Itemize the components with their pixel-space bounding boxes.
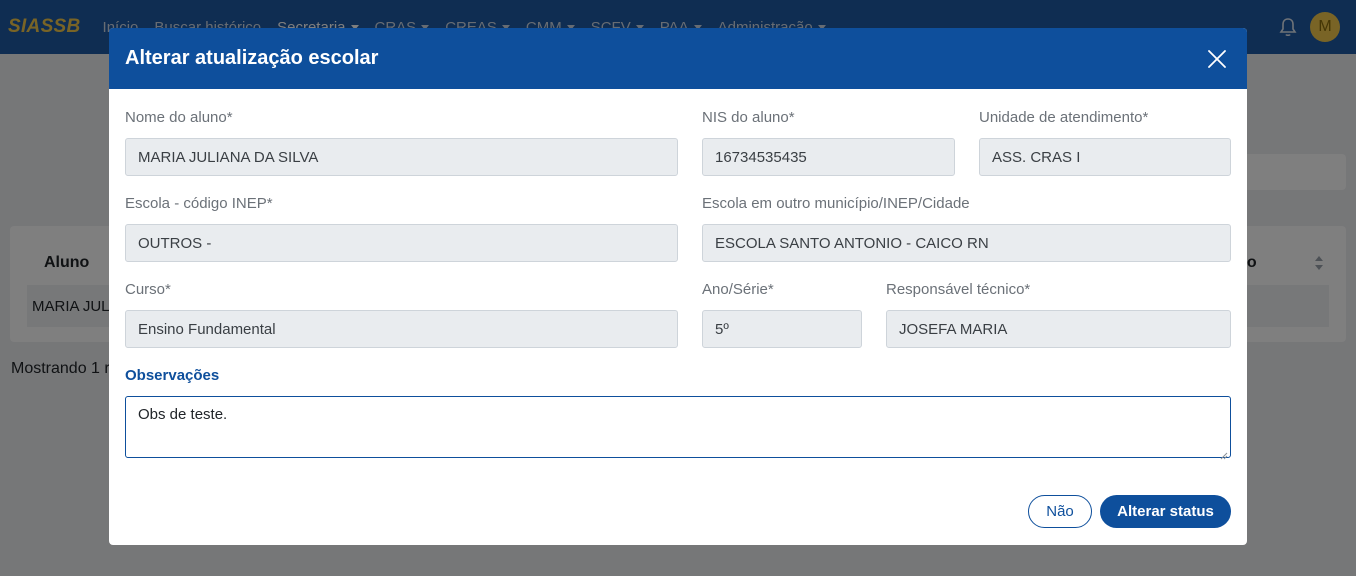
service-unit-label: Unidade de atendimento*: [979, 109, 1149, 126]
close-icon[interactable]: [1203, 45, 1231, 73]
school-inep-label: Escola - código INEP*: [125, 195, 273, 212]
student-nis-field[interactable]: 16734535435: [702, 138, 955, 176]
observations-text: Obs de teste.: [138, 406, 228, 423]
edit-school-update-modal: Alterar atualização escolar Nome do alun…: [109, 28, 1247, 545]
student-name-field[interactable]: MARIA JULIANA DA SILVA: [125, 138, 678, 176]
grade-field[interactable]: 5º: [702, 310, 862, 348]
course-field[interactable]: Ensino Fundamental: [125, 310, 678, 348]
modal-header: Alterar atualização escolar: [109, 28, 1247, 89]
school-inep-field[interactable]: OUTROS -: [125, 224, 678, 262]
technician-field[interactable]: JOSEFA MARIA: [886, 310, 1231, 348]
modal-title: Alterar atualização escolar: [125, 47, 379, 69]
technician-label: Responsável técnico*: [886, 281, 1031, 298]
no-button[interactable]: Não: [1028, 495, 1092, 528]
grade-label: Ano/Série*: [702, 281, 774, 298]
course-label: Curso*: [125, 281, 171, 298]
student-nis-label: NIS do aluno*: [702, 109, 795, 126]
other-city-school-label: Escola em outro município/INEP/Cidade: [702, 195, 970, 212]
resize-handle-icon[interactable]: [1220, 447, 1228, 460]
observations-textarea[interactable]: Obs de teste.: [125, 396, 1231, 460]
other-city-school-field[interactable]: ESCOLA SANTO ANTONIO - CAICO RN: [702, 224, 1231, 262]
service-unit-field[interactable]: ASS. CRAS I: [979, 138, 1231, 176]
student-name-label: Nome do aluno*: [125, 109, 233, 126]
observations-label: Observações: [125, 367, 220, 384]
change-status-button[interactable]: Alterar status: [1100, 495, 1231, 528]
